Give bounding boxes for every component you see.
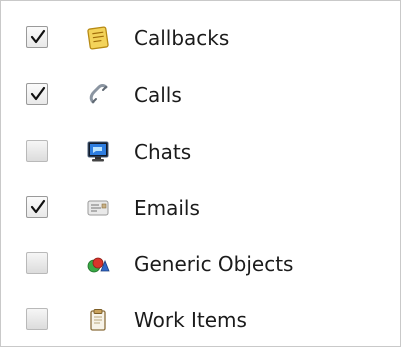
media-type-row-callbacks[interactable]: Callbacks — [1, 21, 400, 55]
checkmark-icon — [30, 86, 46, 101]
callbacks-checkbox[interactable] — [26, 26, 48, 48]
emails-checkbox[interactable] — [26, 196, 48, 218]
media-type-row-calls[interactable]: Calls — [1, 78, 400, 112]
checkmark-icon — [30, 29, 46, 44]
work-items-label: Work Items — [134, 308, 247, 332]
generic-objects-icon — [87, 257, 110, 273]
media-type-row-chats[interactable]: Chats — [1, 135, 400, 169]
media-type-row-emails[interactable]: Emails — [1, 191, 400, 225]
generic-objects-checkbox[interactable] — [26, 252, 48, 274]
media-type-row-work-items[interactable]: Work Items — [1, 303, 400, 337]
phone-handset-icon — [89, 84, 108, 104]
email-icon — [87, 200, 109, 216]
calls-checkbox[interactable] — [26, 83, 48, 105]
clipboard-icon — [90, 309, 106, 331]
callbacks-label: Callbacks — [134, 26, 230, 50]
calls-label: Calls — [134, 83, 182, 107]
media-type-row-generic-objects[interactable]: Generic Objects — [1, 247, 400, 281]
callback-note-icon — [87, 26, 109, 50]
checkmark-icon — [30, 199, 46, 214]
chat-monitor-icon — [87, 141, 109, 162]
work-items-checkbox[interactable] — [26, 308, 48, 330]
emails-label: Emails — [134, 196, 200, 220]
chats-label: Chats — [134, 140, 192, 164]
generic-objects-label: Generic Objects — [134, 252, 294, 276]
media-type-filter-panel: Callbacks Calls Chats Emails Generic Obj… — [0, 0, 401, 347]
chats-checkbox[interactable] — [26, 140, 48, 162]
